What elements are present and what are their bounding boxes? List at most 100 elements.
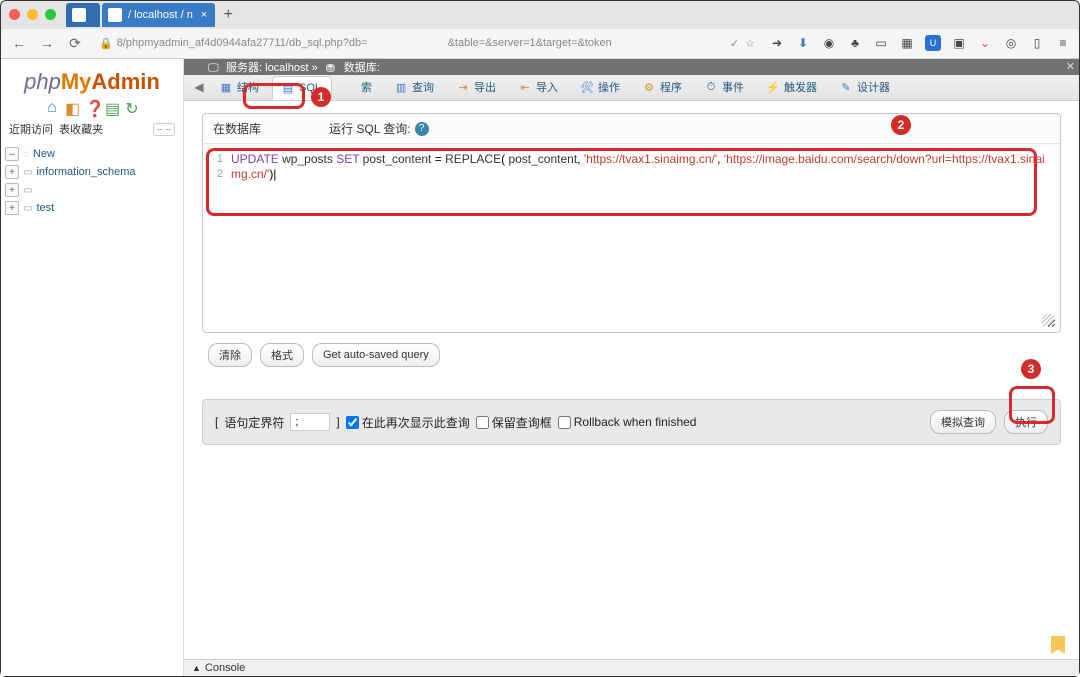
lock-icon: 🔒 <box>99 37 113 50</box>
back-button[interactable]: ← <box>9 33 29 53</box>
options-left: [ 语句定界符 ] 在此再次显示此查询 保留查询框 Rollback when … <box>215 413 930 431</box>
console-bar[interactable]: ▲ Console <box>184 659 1079 676</box>
shield-icon[interactable]: U <box>925 35 941 51</box>
browser-tab-2[interactable]: / localhost / n × <box>102 3 215 27</box>
extension-icons: ➜ ⬇ ◉ ♣ ▭ ▦ U ▣ ⌄ ◎ ▯ ≡ <box>769 35 1071 51</box>
camera-icon[interactable]: ◉ <box>821 35 837 51</box>
address-bar[interactable]: 🔒 8/phpmyadmin_af4d0944afa27711/db_sql.p… <box>93 32 761 54</box>
tab-operations[interactable]: 🛠操作 <box>571 74 631 100</box>
execute-button[interactable]: 执行 <box>1004 410 1048 434</box>
window-controls[interactable] <box>9 9 56 20</box>
favorites-label[interactable]: 表收藏夹 <box>59 124 103 136</box>
rollback-checkbox[interactable] <box>558 416 571 429</box>
fullscreen-window-icon[interactable] <box>45 9 56 20</box>
browser-chrome: / localhost / n × + ← → ⟳ 🔒 8/phpmyadmin… <box>1 1 1079 59</box>
tab-triggers[interactable]: ⚡触发器 <box>757 74 828 100</box>
line-gutter: 12 <box>207 148 227 328</box>
sql-panel: 在数据库 运行 SQL 查询: ? 12 UPDATE wp_posts SET… <box>184 101 1079 676</box>
browser-tabbar: / localhost / n × + <box>1 1 1079 29</box>
tabs-scroll-left[interactable]: ◀ <box>190 74 208 100</box>
editor-buttons-row: 清除 格式 Get auto-saved query <box>202 333 1061 371</box>
plus-icon[interactable]: – <box>5 147 19 161</box>
recent-label[interactable]: 近期访问 <box>9 124 53 136</box>
ext-icon[interactable]: ➜ <box>769 35 785 51</box>
flame-icon[interactable]: ♣ <box>847 35 863 51</box>
options-bar: [ 语句定界符 ] 在此再次显示此查询 保留查询框 Rollback when … <box>202 399 1061 445</box>
collapse-sidebar-button[interactable]: – – <box>153 123 175 136</box>
tab-routines[interactable]: ⚙程序 <box>633 74 693 100</box>
sql-code[interactable]: UPDATE wp_posts SET post_content = REPLA… <box>227 148 1056 328</box>
home-icon[interactable]: ⌂ <box>45 99 59 113</box>
verify-icon: ✓ <box>730 37 739 50</box>
tab-export[interactable]: ⇥导出 <box>447 74 507 100</box>
retain-box-checkbox[interactable] <box>476 416 489 429</box>
routines-icon: ⚙ <box>642 80 656 94</box>
forward-button[interactable]: → <box>37 33 57 53</box>
pma-logo: phpMyAdmin <box>1 69 183 95</box>
plus-icon[interactable]: + <box>5 201 19 215</box>
bc-db-label: 数据库: <box>344 62 380 74</box>
db-node[interactable]: +▭ <box>5 181 179 199</box>
tab-sql[interactable]: ▤SQL <box>272 76 332 100</box>
tab-search[interactable]: 索 <box>334 74 383 100</box>
window-icon[interactable]: ▭ <box>873 35 889 51</box>
show-again-checkbox[interactable] <box>346 416 359 429</box>
logout-icon[interactable]: ◧ <box>65 99 79 113</box>
docs-icon[interactable]: ❓ <box>85 99 99 113</box>
favicon-icon <box>108 8 122 22</box>
logo-my: My <box>61 69 92 94</box>
delimiter-input[interactable] <box>290 413 330 431</box>
db-node[interactable]: +▭information_schema <box>5 163 179 181</box>
format-button[interactable]: 格式 <box>260 343 304 367</box>
star-icon[interactable]: ☆ <box>745 37 755 50</box>
resize-handle-icon[interactable] <box>1042 314 1054 326</box>
pocket-icon[interactable]: ⌄ <box>977 35 993 51</box>
browser-tab-1[interactable] <box>66 3 100 27</box>
menu-icon[interactable]: ≡ <box>1055 35 1071 51</box>
console-label: Console <box>205 662 245 674</box>
sql-editor[interactable]: 12 UPDATE wp_posts SET post_content = RE… <box>207 148 1056 328</box>
tab-events[interactable]: ⏱事件 <box>695 74 755 100</box>
db-icon: ▭ <box>23 167 32 178</box>
fieldset-title: 在数据库 运行 SQL 查询: ? <box>203 114 1060 144</box>
export-icon: ⇥ <box>456 80 470 94</box>
page-icon[interactable]: ▣ <box>951 35 967 51</box>
db-icon: ▭ <box>23 203 32 214</box>
close-window-icon[interactable] <box>9 9 20 20</box>
help-icon[interactable]: ? <box>415 122 429 136</box>
db-node-new[interactable]: –◌New <box>5 145 179 163</box>
tab-import[interactable]: ⇤导入 <box>509 74 569 100</box>
close-panel-icon[interactable]: ✕ <box>1066 60 1075 73</box>
simulate-button[interactable]: 模拟查询 <box>930 410 996 434</box>
breadcrumb: 🖵 服务器: localhost » ⛃ 数据库: ✕ <box>184 59 1079 75</box>
tab-query[interactable]: ▥查询 <box>385 74 445 100</box>
plus-icon[interactable]: + <box>5 165 19 179</box>
clear-button[interactable]: 清除 <box>208 343 252 367</box>
import-icon: ⇤ <box>518 80 532 94</box>
download-icon[interactable]: ⬇ <box>795 35 811 51</box>
reload-button[interactable]: ⟳ <box>65 33 85 53</box>
retain-query-box: 保留查询框 <box>476 414 552 431</box>
overwatch-icon[interactable]: ◎ <box>1003 35 1019 51</box>
autosaved-button[interactable]: Get auto-saved query <box>312 343 440 367</box>
plus-icon[interactable]: + <box>5 183 19 197</box>
sql-fieldset: 在数据库 运行 SQL 查询: ? 12 UPDATE wp_posts SET… <box>202 113 1061 333</box>
events-icon: ⏱ <box>704 80 718 94</box>
new-tab-button[interactable]: + <box>217 4 239 26</box>
bc-server-value[interactable]: localhost <box>265 62 308 74</box>
search-icon <box>343 80 357 94</box>
url-text-suffix: &table=&server=1&target=&token <box>448 37 612 49</box>
sql-icon: ▤ <box>281 81 295 95</box>
close-tab-icon[interactable]: × <box>201 9 207 21</box>
sql-icon[interactable]: ▤ <box>105 99 119 113</box>
sidebar-quick-tools: ⌂ ◧ ❓ ▤ ↻ <box>1 99 183 113</box>
grid-icon[interactable]: ▦ <box>899 35 915 51</box>
bc-server-label: 服务器: <box>226 62 262 74</box>
tab-structure[interactable]: ▦结构 <box>210 74 270 100</box>
show-query-again: 在此再次显示此查询 <box>346 414 470 431</box>
tab-designer[interactable]: ✎设计器 <box>830 74 901 100</box>
db-node[interactable]: +▭test <box>5 199 179 217</box>
tabs-icon[interactable]: ▯ <box>1029 35 1045 51</box>
minimize-window-icon[interactable] <box>27 9 38 20</box>
reload-icon[interactable]: ↻ <box>125 99 139 113</box>
